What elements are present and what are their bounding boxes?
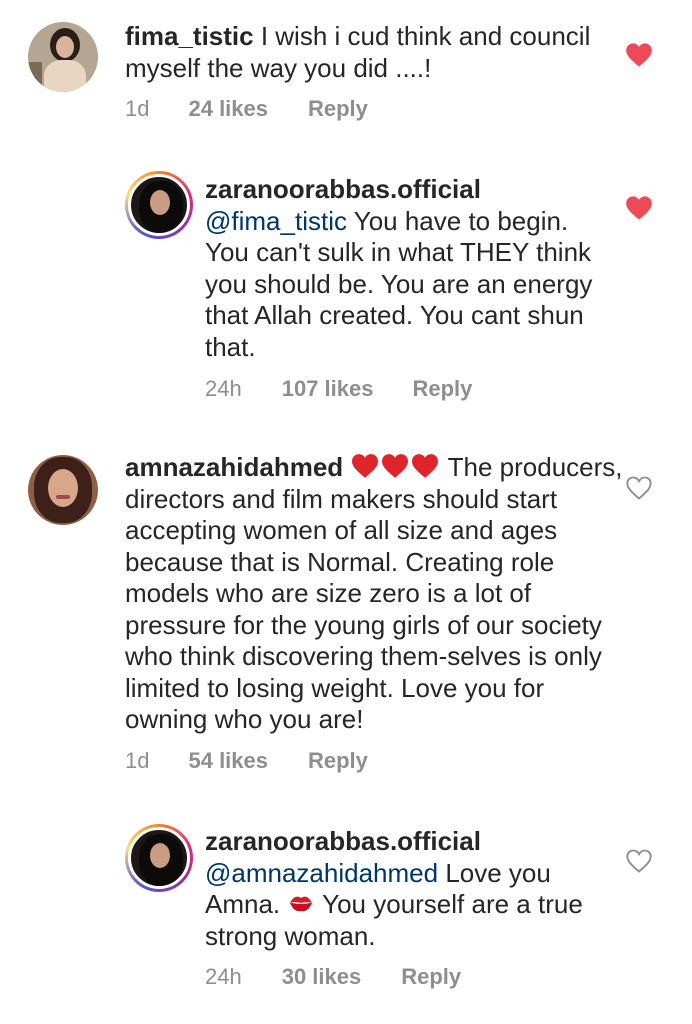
comment-item: fima_tistic I wish i cud think and counc… <box>0 0 692 140</box>
red-heart-emoji <box>350 452 447 482</box>
reply-button[interactable]: Reply <box>308 748 368 774</box>
avatar[interactable] <box>28 455 98 525</box>
comment-likes-count[interactable]: 30 likes <box>282 964 362 990</box>
heart-outline-icon[interactable] <box>625 848 653 874</box>
comment-username[interactable]: amnazahidahmed <box>125 452 343 482</box>
kiss-mark-emoji <box>290 896 313 912</box>
comment-meta: 24h 30 likes Reply <box>205 964 461 990</box>
reply-button[interactable]: Reply <box>308 96 368 122</box>
comment-timestamp: 1d <box>125 96 150 121</box>
avatar[interactable] <box>28 22 98 92</box>
avatar[interactable] <box>125 171 193 239</box>
comment-meta: 1d 24 likes Reply <box>125 96 368 122</box>
comment-likes-count[interactable]: 107 likes <box>282 376 374 402</box>
comment-username[interactable]: zaranoorabbas.official <box>205 826 481 856</box>
comment-text: zaranoorabbas.official @amnazahidahmed L… <box>205 826 615 952</box>
comment-likes-count[interactable]: 54 likes <box>188 748 268 774</box>
comment-body: The producers, directors and film makers… <box>125 452 623 734</box>
comment-timestamp: 1d <box>125 748 150 773</box>
comment-text: amnazahidahmed The producers, directors … <box>125 452 625 736</box>
comment-timestamp: 24h <box>205 964 242 989</box>
mention-link[interactable]: @fima_tistic <box>205 206 347 236</box>
comment-item: amnazahidahmed The producers, directors … <box>0 440 692 800</box>
comment-item: zaranoorabbas.official @fima_tistic You … <box>0 160 692 420</box>
heart-filled-icon[interactable] <box>625 42 653 68</box>
comment-meta: 24h 107 likes Reply <box>205 376 472 402</box>
comment-item: zaranoorabbas.official @amnazahidahmed L… <box>0 812 692 1024</box>
reply-button[interactable]: Reply <box>412 376 472 402</box>
comment-timestamp: 24h <box>205 376 242 401</box>
reply-button[interactable]: Reply <box>401 964 461 990</box>
comment-username[interactable]: zaranoorabbas.official <box>205 174 481 204</box>
comment-likes-count[interactable]: 24 likes <box>188 96 268 122</box>
heart-filled-icon[interactable] <box>625 195 653 221</box>
heart-outline-icon[interactable] <box>625 475 653 501</box>
comment-text: fima_tistic I wish i cud think and counc… <box>125 21 615 84</box>
avatar[interactable] <box>125 824 193 892</box>
comment-username[interactable]: fima_tistic <box>125 21 254 51</box>
comment-meta: 1d 54 likes Reply <box>125 748 368 774</box>
comment-text: zaranoorabbas.official @fima_tistic You … <box>205 174 615 363</box>
mention-link[interactable]: @amnazahidahmed <box>205 858 438 888</box>
